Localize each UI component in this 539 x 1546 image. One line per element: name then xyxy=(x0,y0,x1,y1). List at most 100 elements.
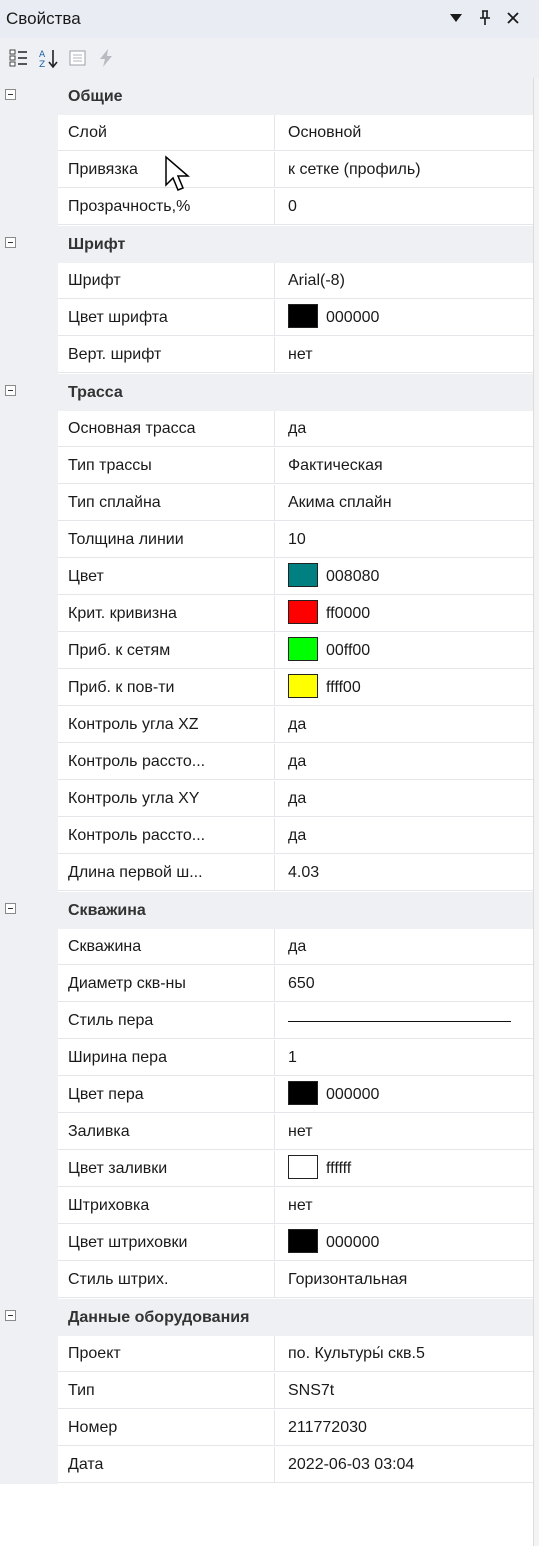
property-row[interactable]: Приб. к пов-ти ffff00 xyxy=(0,670,539,707)
property-value[interactable]: нет xyxy=(275,1114,533,1150)
categorized-icon[interactable] xyxy=(9,48,29,68)
property-name[interactable]: Длина первой ш... xyxy=(58,855,275,891)
property-name[interactable]: Слой xyxy=(58,115,275,151)
property-value[interactable]: да xyxy=(275,929,533,965)
collapse-toggle-icon[interactable] xyxy=(5,1310,16,1321)
property-name[interactable]: Скважина xyxy=(58,929,275,965)
events-lightning-icon[interactable] xyxy=(96,48,116,68)
property-name[interactable]: Проект xyxy=(58,1336,275,1372)
property-name[interactable]: Диаметр скв-ны xyxy=(58,966,275,1002)
property-row[interactable]: Приб. к сетям 00ff00 xyxy=(0,633,539,670)
property-row[interactable]: Крит. кривизна ff0000 xyxy=(0,596,539,633)
category-row[interactable]: Скважина xyxy=(0,892,539,929)
property-row[interactable]: Номер 211772030 xyxy=(0,1410,539,1447)
property-row[interactable]: Контроль угла XZ да xyxy=(0,707,539,744)
property-name[interactable]: Тип сплайна xyxy=(58,485,275,521)
property-value[interactable]: по. Культуры́ скв.5 xyxy=(275,1336,533,1372)
alphabetical-sort-icon[interactable]: A Z xyxy=(38,48,58,70)
collapse-toggle-icon[interactable] xyxy=(5,903,16,914)
property-name[interactable]: Цвет заливки xyxy=(58,1151,275,1187)
property-row[interactable]: Дата 2022-06-03 03:04 xyxy=(0,1447,539,1484)
property-value[interactable]: да xyxy=(275,707,533,743)
property-row[interactable]: Основная трасса да xyxy=(0,411,539,448)
property-value[interactable]: 10 xyxy=(275,522,533,558)
property-row[interactable]: Верт. шрифт нет xyxy=(0,337,539,374)
property-value[interactable]: 2022-06-03 03:04 xyxy=(275,1447,533,1483)
property-name[interactable]: Верт. шрифт xyxy=(58,337,275,373)
property-row[interactable]: Скважина да xyxy=(0,929,539,966)
dropdown-triangle-icon[interactable] xyxy=(446,8,466,28)
property-value[interactable]: нет xyxy=(275,1188,533,1224)
property-row[interactable]: Шрифт Arial(-8) xyxy=(0,263,539,300)
property-value[interactable]: нет xyxy=(275,337,533,373)
property-row[interactable]: Прозрачность,% 0 xyxy=(0,189,539,226)
property-row[interactable]: Цвет пера 000000 xyxy=(0,1077,539,1114)
property-pages-icon[interactable] xyxy=(68,48,88,68)
property-name[interactable]: Приб. к сетям xyxy=(58,633,275,669)
property-row[interactable]: Контроль угла XY да xyxy=(0,781,539,818)
property-value[interactable]: ffffff xyxy=(275,1151,533,1187)
property-value[interactable]: 000000 xyxy=(275,1225,533,1261)
property-name[interactable]: Прозрачность,% xyxy=(58,189,275,225)
property-name[interactable]: Номер xyxy=(58,1410,275,1446)
property-row[interactable]: Стиль пера xyxy=(0,1003,539,1040)
property-row[interactable]: Штриховка нет xyxy=(0,1188,539,1225)
property-row[interactable]: Ширина пера 1 xyxy=(0,1040,539,1077)
collapse-toggle-icon[interactable] xyxy=(5,385,16,396)
property-value[interactable]: 000000 xyxy=(275,1077,533,1113)
property-row[interactable]: Цвет заливки ffffff xyxy=(0,1151,539,1188)
property-value[interactable]: 000000 xyxy=(275,300,533,336)
property-name[interactable]: Контроль рассто... xyxy=(58,744,275,780)
property-value[interactable]: Основной xyxy=(275,115,533,151)
category-row[interactable]: Данные оборудования xyxy=(0,1299,539,1336)
property-value[interactable] xyxy=(275,1003,533,1039)
property-value[interactable]: к сетке (профиль) xyxy=(275,152,533,188)
property-name[interactable]: Толщина линии xyxy=(58,522,275,558)
property-value[interactable]: Горизонтальная xyxy=(275,1262,533,1298)
property-name[interactable]: Привязка xyxy=(58,152,275,188)
property-name[interactable]: Приб. к пов-ти xyxy=(58,670,275,706)
property-name[interactable]: Цвет штриховки xyxy=(58,1225,275,1261)
property-name[interactable]: Крит. кривизна xyxy=(58,596,275,632)
property-row[interactable]: Тип сплайна Акима сплайн xyxy=(0,485,539,522)
category-row[interactable]: Шрифт xyxy=(0,226,539,263)
property-value[interactable]: Arial(-8) xyxy=(275,263,533,299)
property-value[interactable]: да xyxy=(275,411,533,447)
property-value[interactable]: да xyxy=(275,744,533,780)
property-value[interactable]: да xyxy=(275,818,533,854)
property-row[interactable]: Контроль рассто... да xyxy=(0,818,539,855)
property-name[interactable]: Тип xyxy=(58,1373,275,1409)
property-value[interactable]: 1 xyxy=(275,1040,533,1076)
property-row[interactable]: Проект по. Культуры́ скв.5 xyxy=(0,1336,539,1373)
property-name[interactable]: Штриховка xyxy=(58,1188,275,1224)
property-value[interactable]: ffff00 xyxy=(275,670,533,706)
property-name[interactable]: Цвет шрифта xyxy=(58,300,275,336)
scrollbar[interactable] xyxy=(533,78,539,1546)
property-name[interactable]: Контроль угла XZ xyxy=(58,707,275,743)
property-value[interactable]: да xyxy=(275,781,533,817)
property-row[interactable]: Толщина линии 10 xyxy=(0,522,539,559)
property-value[interactable]: Фактическая xyxy=(275,448,533,484)
property-value[interactable]: 00ff00 xyxy=(275,633,533,669)
property-row[interactable]: Тип SNS7t xyxy=(0,1373,539,1410)
property-name[interactable]: Ширина пера xyxy=(58,1040,275,1076)
property-name[interactable]: Основная трасса xyxy=(58,411,275,447)
property-row[interactable]: Длина первой ш... 4.03 xyxy=(0,855,539,892)
property-value[interactable]: 211772030 xyxy=(275,1410,533,1446)
property-value[interactable]: 4.03 xyxy=(275,855,533,891)
pin-icon[interactable] xyxy=(475,8,495,28)
collapse-toggle-icon[interactable] xyxy=(5,89,16,100)
property-row[interactable]: Цвет шрифта 000000 xyxy=(0,300,539,337)
property-row[interactable]: Стиль штрих. Горизонтальная xyxy=(0,1262,539,1299)
property-value[interactable]: 650 xyxy=(275,966,533,1002)
property-row[interactable]: Привязка к сетке (профиль) xyxy=(0,152,539,189)
property-name[interactable]: Контроль рассто... xyxy=(58,818,275,854)
property-row[interactable]: Цвет 008080 xyxy=(0,559,539,596)
close-icon[interactable] xyxy=(503,8,523,28)
property-name[interactable]: Цвет xyxy=(58,559,275,595)
property-name[interactable]: Заливка xyxy=(58,1114,275,1150)
category-row[interactable]: Трасса xyxy=(0,374,539,411)
property-name[interactable]: Дата xyxy=(58,1447,275,1483)
property-row[interactable]: Цвет штриховки 000000 xyxy=(0,1225,539,1262)
property-name[interactable]: Шрифт xyxy=(58,263,275,299)
